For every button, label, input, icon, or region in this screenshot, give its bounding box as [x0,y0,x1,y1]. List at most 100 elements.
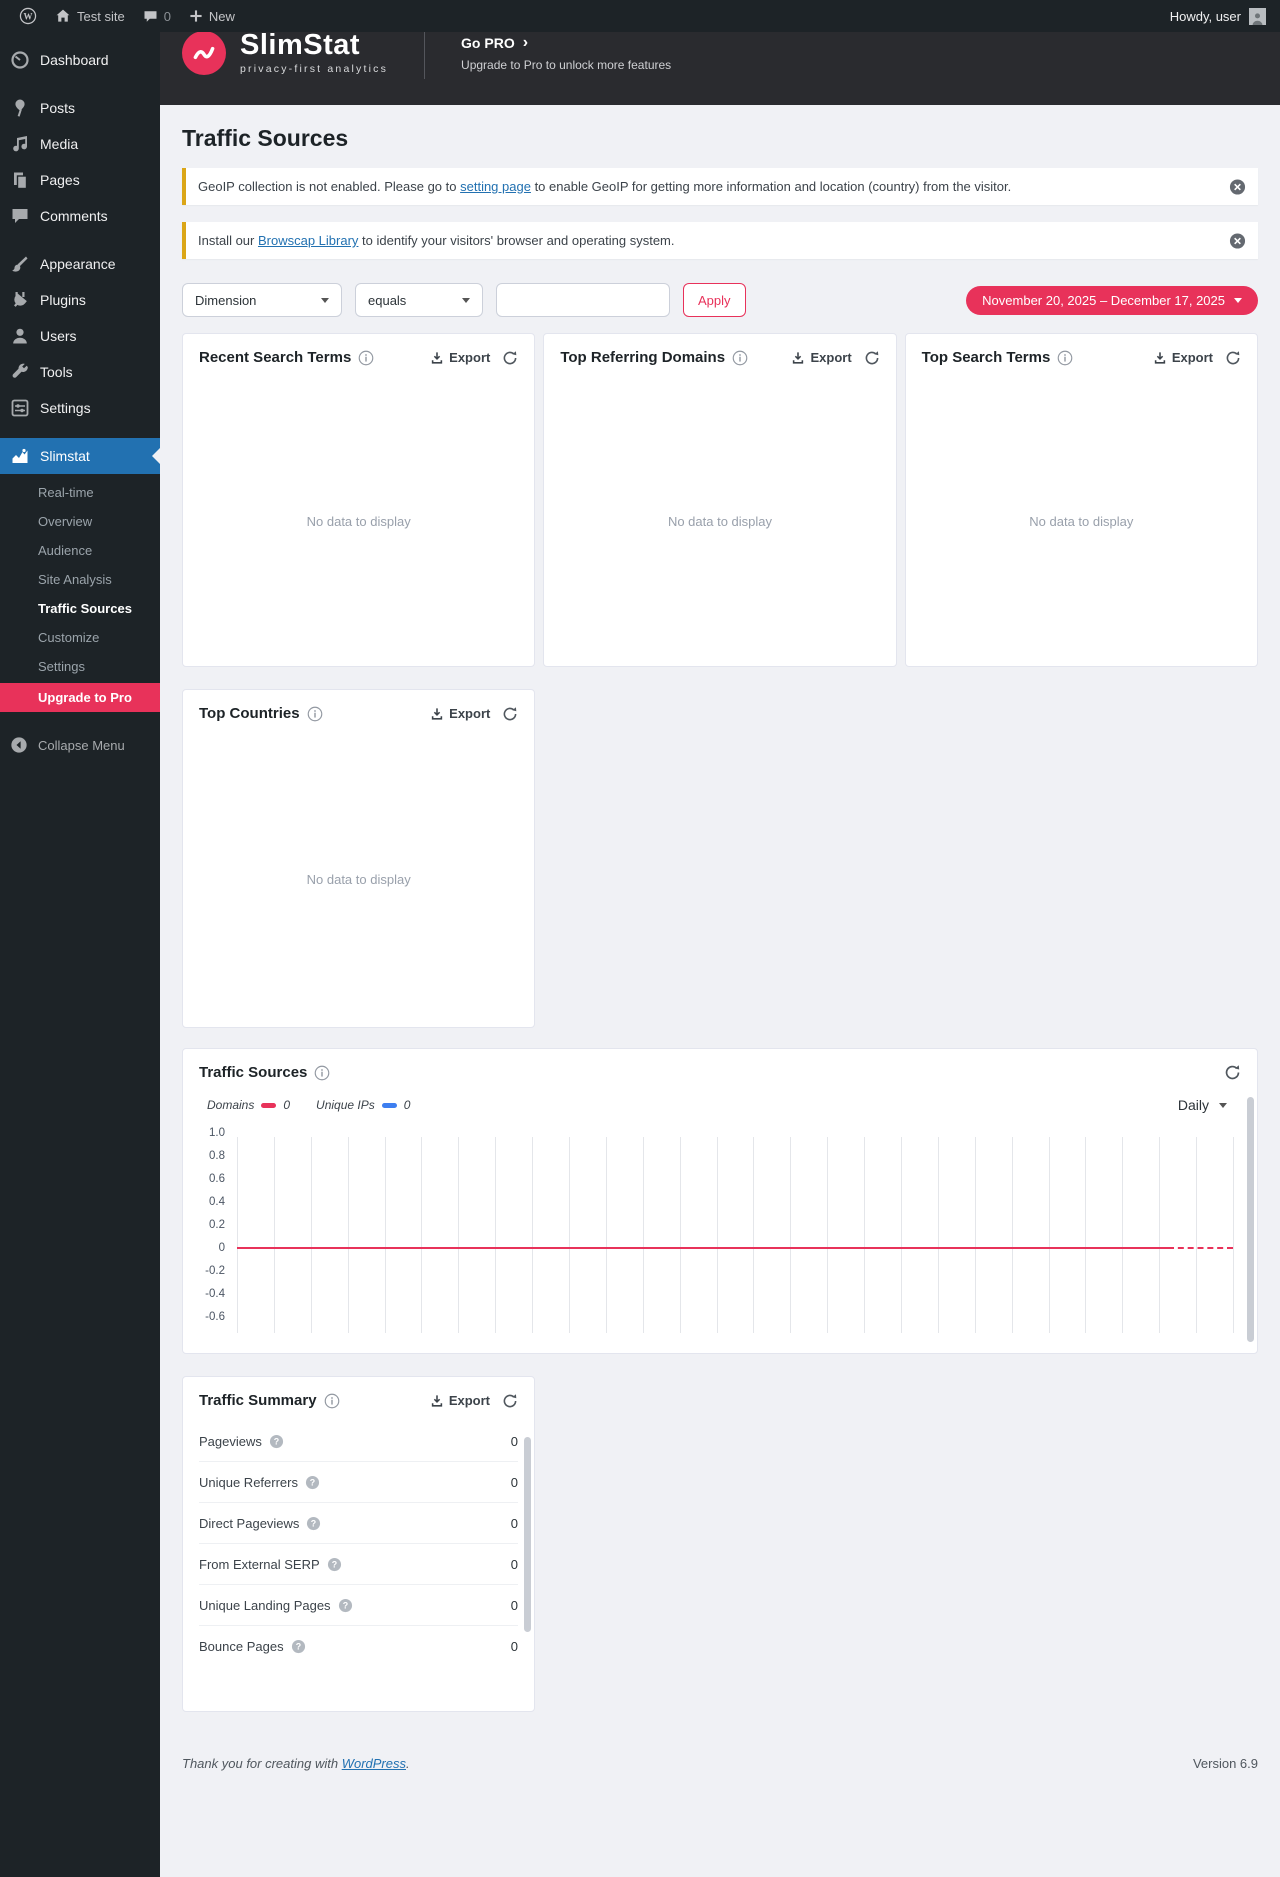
export-button[interactable]: Export [430,350,490,365]
sidebar-item-pages[interactable]: Pages [0,162,160,198]
submenu-settings[interactable]: Settings [0,652,160,681]
gridline [237,1137,238,1333]
summary-scrollbar[interactable] [524,1437,531,1632]
dismiss-notice-icon[interactable] [1229,232,1246,249]
traffic-summary-card: Traffic Summary Export Pageviews? 0 Uniq… [182,1376,535,1712]
help-tooltip-icon[interactable]: ? [305,1475,320,1490]
metric-label: From External SERP [199,1556,320,1572]
help-tooltip-icon[interactable]: ? [291,1639,306,1654]
apply-button[interactable]: Apply [683,283,746,317]
export-button[interactable]: Export [1153,350,1213,365]
svg-text:?: ? [331,1559,336,1569]
chart-scrollbar[interactable] [1247,1097,1254,1342]
gridline [642,1137,644,1333]
no-data-message: No data to display [667,513,773,529]
legend-domains[interactable]: Domains 0 [207,1098,290,1112]
info-icon[interactable] [314,1065,330,1081]
refresh-icon[interactable] [502,1393,518,1409]
wordpress-logo-icon[interactable]: W [10,0,46,32]
sidebar-item-comments[interactable]: Comments [0,198,160,234]
submenu-overview[interactable]: Overview [0,507,160,536]
howdy-user[interactable]: Howdy, user [1170,9,1241,24]
gridline [273,1137,275,1333]
filter-value-input[interactable] [496,283,670,317]
table-row: Pageviews? 0 [199,1421,518,1462]
submenu-real-time[interactable]: Real-time [0,478,160,507]
refresh-icon[interactable] [502,706,518,722]
sidebar-item-settings[interactable]: Settings [0,390,160,426]
refresh-icon[interactable] [1225,350,1241,366]
notice-text: GeoIP collection is not enabled. Please … [198,179,461,194]
wordpress-link[interactable]: WordPress [342,1756,406,1771]
user-avatar[interactable] [1249,7,1266,25]
sidebar-item-label: Pages [40,172,80,188]
submenu-audience[interactable]: Audience [0,536,160,565]
comments-icon [12,209,28,223]
submenu-traffic-sources[interactable]: Traffic Sources [0,594,160,623]
sidebar-item-dashboard[interactable]: Dashboard [0,42,160,78]
refresh-icon[interactable] [502,350,518,366]
visit-site-link[interactable]: Test site [46,0,134,32]
new-content-button[interactable]: New [180,0,244,32]
export-button[interactable]: Export [791,350,852,365]
table-row: Direct Pageviews? 0 [199,1503,518,1544]
slimstat-chart-icon [12,448,28,463]
comments-indicator[interactable]: 0 [134,0,180,32]
sidebar-item-plugins[interactable]: Plugins [0,282,160,318]
refresh-icon[interactable] [1224,1064,1241,1081]
submenu-site-analysis[interactable]: Site Analysis [0,565,160,594]
dashboard-icon [11,51,29,69]
sidebar-item-users[interactable]: Users [0,318,160,354]
help-tooltip-icon[interactable]: ? [327,1557,342,1572]
dismiss-notice-icon[interactable] [1229,178,1246,195]
gridline [421,1137,423,1333]
sidebar-item-posts[interactable]: Posts [0,90,160,126]
gridline [1048,1137,1050,1333]
info-icon[interactable] [732,350,748,366]
collapse-menu-label: Collapse Menu [38,737,125,753]
export-button[interactable]: Export [430,1393,490,1408]
card-title: Top Referring Domains [560,349,726,366]
slimstat-logo: SlimStat privacy-first analytics [182,30,389,75]
gridline [790,1137,792,1333]
export-button[interactable]: Export [430,706,490,721]
go-pro-subtitle: Upgrade to Pro to unlock more features [461,57,672,72]
info-icon[interactable] [358,350,374,366]
info-icon[interactable] [1057,350,1073,366]
table-row: Unique Landing Pages? 0 [199,1585,518,1626]
interval-select[interactable]: Daily [1178,1097,1241,1113]
submenu-customize[interactable]: Customize [0,623,160,652]
slimstat-logo-icon [182,30,226,75]
legend-swatch-domains [261,1102,277,1108]
slimstat-tagline: privacy-first analytics [240,62,389,75]
dimension-select[interactable]: Dimension [182,283,342,317]
svg-text:?: ? [311,1518,316,1528]
sidebar-item-slimstat[interactable]: Slimstat [0,438,160,474]
card-title: Top Search Terms [921,349,1051,366]
sidebar-item-media[interactable]: Media [0,126,160,162]
setting-page-link[interactable]: setting page [460,179,531,194]
help-tooltip-icon[interactable]: ? [269,1434,284,1449]
info-icon[interactable] [324,1393,340,1409]
help-tooltip-icon[interactable]: ? [338,1598,353,1613]
date-range-button[interactable]: November 20, 2025 – December 17, 2025 [966,285,1258,315]
browscap-library-link[interactable]: Browscap Library [258,233,358,248]
submenu-upgrade-to-pro[interactable]: Upgrade to Pro [0,683,160,712]
series-line-solid [237,1247,1169,1249]
gridline [1159,1137,1161,1333]
legend-unique-ips[interactable]: Unique IPs 0 [316,1098,410,1112]
refresh-icon[interactable] [864,350,880,366]
site-name: Test site [77,8,125,24]
brush-icon [12,256,28,272]
chevron-down-icon [1219,1102,1227,1108]
gridline [605,1137,607,1333]
svg-text:?: ? [295,1642,300,1652]
go-pro-link[interactable]: Go PRO › [461,34,671,52]
collapse-menu-button[interactable]: Collapse Menu [0,728,160,762]
sidebar-item-tools[interactable]: Tools [0,354,160,390]
info-icon[interactable] [307,706,323,722]
help-tooltip-icon[interactable]: ? [306,1516,321,1531]
sidebar-item-label: Appearance [40,256,116,272]
sidebar-item-appearance[interactable]: Appearance [0,246,160,282]
operator-select[interactable]: equals [355,283,483,317]
